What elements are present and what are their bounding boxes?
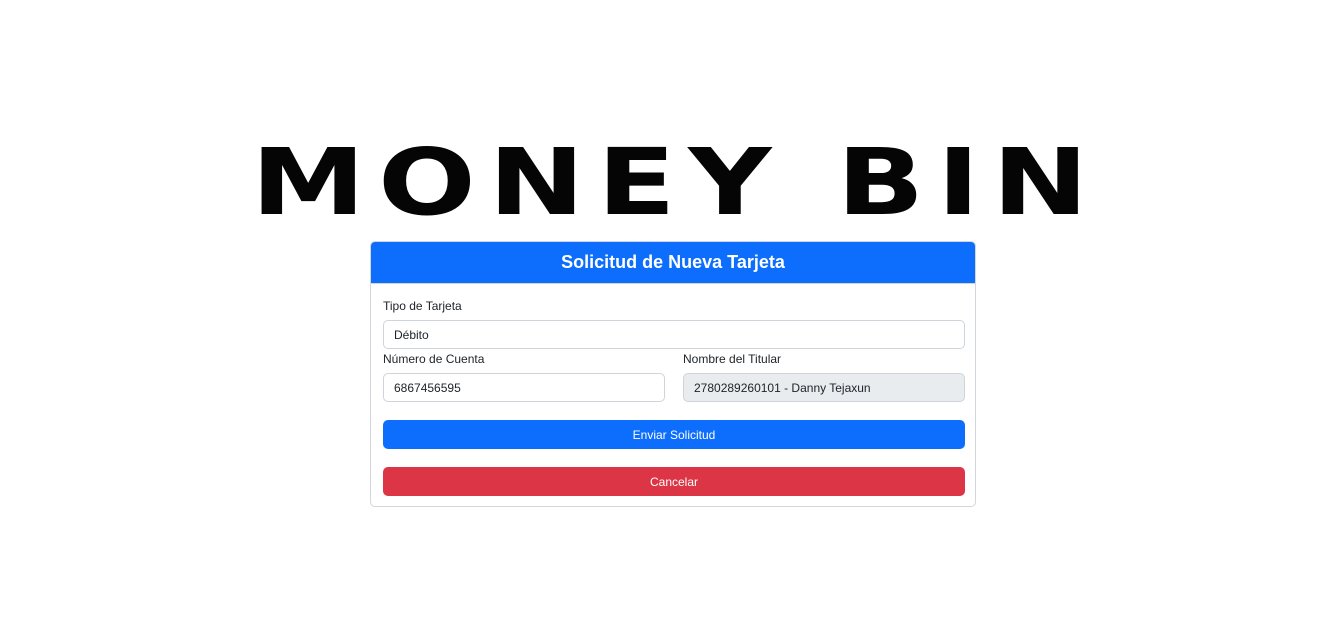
holder-name-label: Nombre del Titular [683,352,782,366]
logo-text: MONEY BIN [251,143,1101,217]
form-title: Solicitud de Nueva Tarjeta [371,242,975,284]
account-number-label: Número de Cuenta [383,352,485,366]
new-card-request-form: Solicitud de Nueva Tarjeta Tipo de Tarje… [370,241,976,507]
card-type-label: Tipo de Tarjeta [383,299,462,313]
holder-name-field: 2780289260101 - Danny Tejaxun [683,373,965,402]
card-type-select[interactable]: Débito [383,320,965,349]
submit-request-button[interactable]: Enviar Solicitud [383,420,965,449]
form-body: Tipo de Tarjeta Débito Número de Cuenta … [371,284,975,506]
account-number-input[interactable]: 6867456595 [383,373,665,402]
cancel-button[interactable]: Cancelar [383,467,965,496]
money-bin-logo: MONEY BIN [250,143,1102,217]
